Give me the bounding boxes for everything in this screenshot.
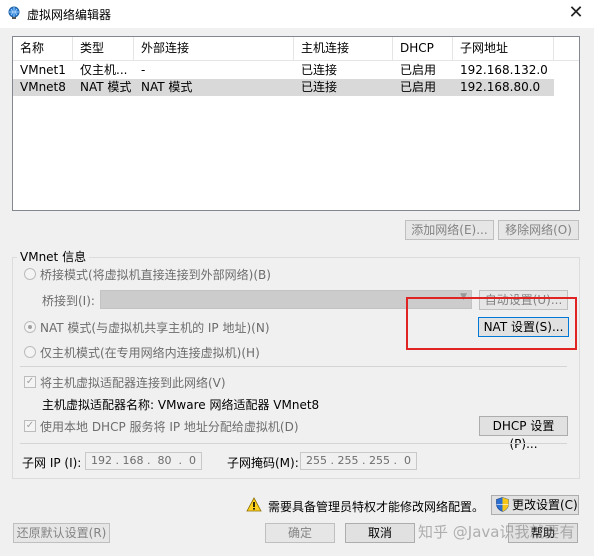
- cell-host: 已连接: [301, 63, 338, 77]
- column-header-external[interactable]: 外部连接: [134, 37, 294, 60]
- subnet-ip-label: 子网 IP (I):: [22, 456, 82, 470]
- admin-warning-text: 需要具备管理员特权才能修改网络配置。: [268, 500, 485, 514]
- table-row[interactable]: VMnet8 NAT 模式 NAT 模式 已连接 已启用 192.168.80.…: [13, 79, 554, 96]
- cell-name: VMnet1: [20, 63, 66, 77]
- bridged-to-label: 桥接到(I):: [42, 294, 95, 308]
- cancel-button[interactable]: 取消: [345, 523, 415, 543]
- cell-subnet: 192.168.132.0: [460, 63, 548, 77]
- cell-dhcp: 已启用: [400, 63, 437, 77]
- cell-type: NAT 模式: [80, 80, 132, 94]
- host-only-mode-radio[interactable]: [24, 346, 36, 358]
- host-only-mode-label[interactable]: 仅主机模式(在专用网络内连接虚拟机)(H): [40, 344, 260, 361]
- list-header: 名称 类型 外部连接 主机连接 DHCP 子网地址: [13, 37, 579, 61]
- network-list[interactable]: 名称 类型 外部连接 主机连接 DHCP 子网地址 VMnet1 仅主机... …: [12, 36, 580, 211]
- uac-shield-icon: [496, 497, 509, 512]
- cell-type: 仅主机...: [80, 63, 128, 77]
- column-header-name[interactable]: 名称: [13, 37, 73, 60]
- annotation-highlight-box: [406, 297, 577, 350]
- connect-adapter-label[interactable]: 将主机虚拟适配器连接到此网络(V): [40, 374, 226, 391]
- nat-mode-label[interactable]: NAT 模式(与虚拟机共享主机的 IP 地址)(N): [40, 319, 270, 336]
- host-adapter-name: 主机虚拟适配器名称: VMware 网络适配器 VMnet8: [42, 398, 320, 412]
- cell-external: NAT 模式: [141, 80, 193, 94]
- restore-defaults-button[interactable]: 还原默认设置(R): [13, 523, 110, 543]
- warning-icon: [246, 497, 262, 512]
- close-button[interactable]: ✕: [566, 3, 586, 23]
- change-settings-label: 更改设置(C): [512, 498, 578, 512]
- title-bar: 虚拟网络编辑器 ✕: [0, 0, 594, 28]
- subnet-mask-label: 子网掩码(M):: [227, 456, 299, 470]
- column-header-host[interactable]: 主机连接: [294, 37, 393, 60]
- column-header-dhcp[interactable]: DHCP: [393, 37, 453, 60]
- cell-external: -: [141, 63, 146, 77]
- add-network-button[interactable]: 添加网络(E)...: [405, 220, 494, 240]
- dhcp-settings-button[interactable]: DHCP 设置(P)...: [479, 416, 568, 451]
- ok-button[interactable]: 确定: [265, 523, 335, 543]
- vmnet-info-title: VMnet 信息: [17, 248, 90, 265]
- change-settings-button[interactable]: 更改设置(C): [491, 495, 579, 515]
- subnet-mask-field[interactable]: 255 . 255 . 255 . 0: [300, 452, 417, 470]
- remove-network-button[interactable]: 移除网络(O): [498, 220, 579, 240]
- table-row[interactable]: VMnet1 仅主机... - 已连接 已启用 192.168.132.0: [13, 62, 554, 79]
- network-globe-icon: [8, 6, 20, 19]
- cell-name: VMnet8: [20, 80, 66, 94]
- window-title: 虚拟网络编辑器: [27, 8, 112, 22]
- connect-adapter-checkbox[interactable]: ✓: [24, 376, 36, 388]
- bridged-mode-radio[interactable]: [24, 268, 36, 280]
- bridged-mode-label[interactable]: 桥接模式(将虚拟机直接连接到外部网络)(B): [40, 266, 271, 283]
- cell-host: 已连接: [301, 80, 338, 94]
- column-header-type[interactable]: 类型: [73, 37, 134, 60]
- divider: [20, 443, 567, 444]
- use-dhcp-checkbox[interactable]: ✓: [24, 420, 36, 432]
- column-header-subnet[interactable]: 子网地址: [453, 37, 554, 60]
- cell-subnet: 192.168.80.0: [460, 80, 541, 94]
- subnet-ip-field[interactable]: 192 . 168 . 80 . 0: [85, 452, 202, 470]
- watermark-text: 知乎 @Java识我就要有: [418, 523, 575, 541]
- divider: [20, 366, 567, 367]
- nat-mode-radio[interactable]: [24, 321, 36, 333]
- use-dhcp-label[interactable]: 使用本地 DHCP 服务将 IP 地址分配给虚拟机(D): [40, 418, 299, 435]
- cell-dhcp: 已启用: [400, 80, 437, 94]
